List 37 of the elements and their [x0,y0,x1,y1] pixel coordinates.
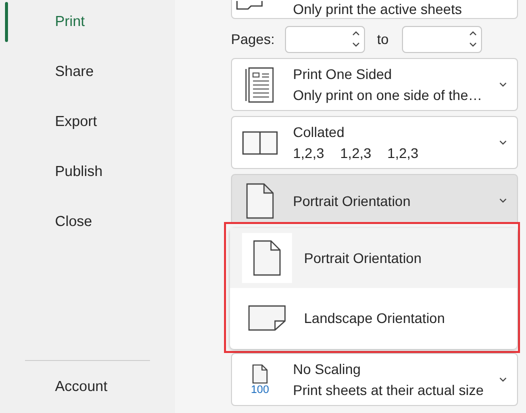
page-icon [253,240,281,276]
to-label: to [377,31,389,47]
setting-description: Print sheets at their actual size [293,382,485,398]
sidebar-item[interactable]: Close [5,202,175,242]
sheets-icon [236,1,263,10]
collation-order: 1,2,3 [340,145,372,161]
chevron-icon [499,82,507,87]
menu-item[interactable]: Portrait Orientation [230,228,517,288]
pages-label: Pages: [231,31,276,47]
setting-dropdown[interactable]: Print One Sided Only print on one side of the… [231,58,518,111]
print-what-dropdown[interactable]: Only print the active sheets [231,0,518,19]
chevron-icon [499,140,507,145]
setting-title: Print One Sided [293,66,393,82]
chevron-icon [499,198,507,203]
setting-title: Portrait Orientation [293,192,412,208]
setting-title: Collated [293,124,346,140]
collation-order: 1,2,3 [387,145,418,161]
sidebar-item[interactable]: Publish [5,152,175,192]
page-icon [252,364,268,384]
spinner-arrows-icon[interactable] [468,30,477,48]
sidebar-item[interactable]: Print [5,2,175,42]
collation-order: 1,2,3 [293,145,324,161]
scaling-dropdown[interactable]: 100 No Scaling Print sheets at their actual size [231,353,518,406]
setting-dropdown[interactable]: Collated 1,2,3 1,2,3 1,2,3 [231,116,518,169]
to-page-field[interactable] [402,26,482,52]
spinner-arrows-icon[interactable] [352,30,360,48]
setting-description: Only print the active sheets [293,1,462,17]
menu-item[interactable]: Landscape Orientation [230,288,517,348]
sidebar-item[interactable]: Account [5,367,175,407]
sidebar-item[interactable]: Export [5,102,175,142]
setting-title: No Scaling [293,361,362,377]
setting-description: Only print on one side of the… [293,87,484,103]
from-page-field[interactable] [285,26,365,52]
sidebar-item[interactable]: Share [5,52,175,92]
chevron-icon [499,377,507,382]
landscape-page-icon [248,305,286,331]
scale-number: 100 [250,384,270,396]
